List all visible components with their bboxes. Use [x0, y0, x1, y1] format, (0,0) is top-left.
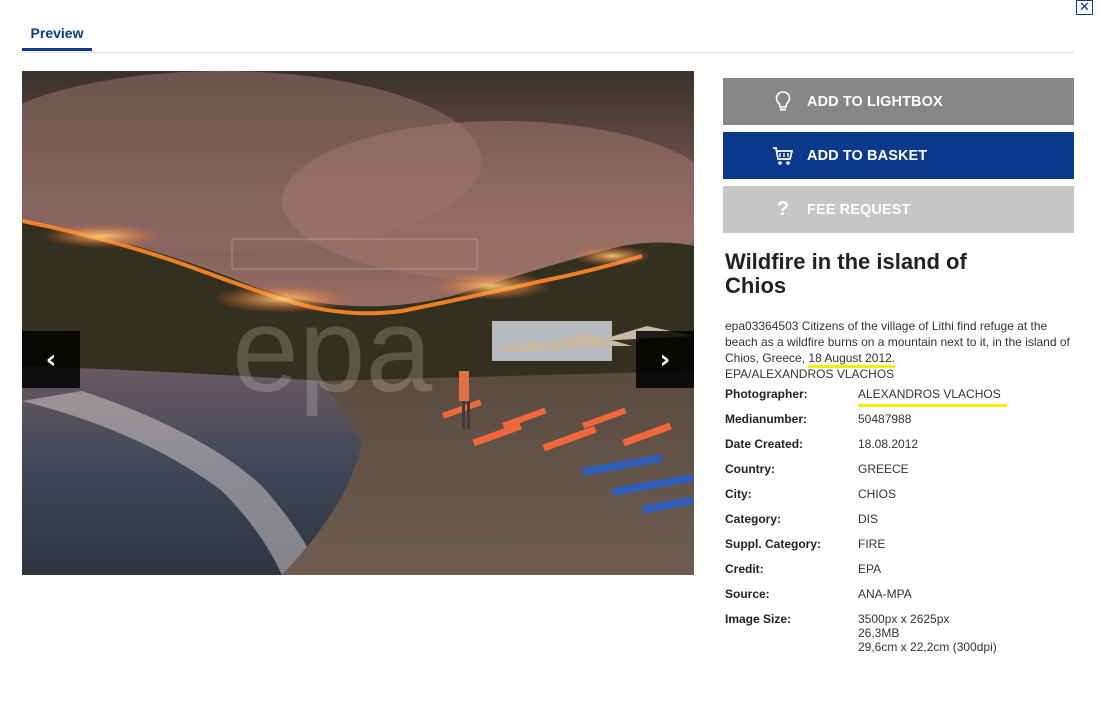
- caption-text: epa03364503 Citizens of the village of L…: [725, 319, 1070, 365]
- image-size-filesize: 26,3MB: [858, 626, 900, 640]
- close-button[interactable]: ✕: [1076, 0, 1093, 15]
- meta-value-date-created: 18.08.2012: [858, 437, 919, 451]
- wildfire-photo: epa: [22, 71, 694, 575]
- preview-image: epa ‹ ›: [22, 71, 694, 575]
- meta-value-country: GREECE: [858, 462, 909, 476]
- add-to-lightbox-label: ADD TO LIGHTBOX: [807, 93, 943, 110]
- meta-value-suppl-category: FIRE: [858, 537, 886, 551]
- chevron-left-icon: ‹: [45, 344, 57, 375]
- metadata-table: Photographer: ALEXANDROS VLACHOS Medianu…: [725, 387, 1074, 654]
- meta-row-date-created: Date Created: 18.08.2012: [725, 437, 1074, 451]
- meta-row-photographer: Photographer: ALEXANDROS VLACHOS: [725, 387, 1074, 407]
- add-to-lightbox-button[interactable]: ADD TO LIGHTBOX: [723, 78, 1074, 125]
- meta-label: Credit:: [725, 562, 764, 576]
- meta-value-city: CHIOS: [858, 487, 897, 501]
- meta-label: Date Created:: [725, 437, 804, 451]
- fee-request-button[interactable]: ? FEE REQUEST: [723, 186, 1074, 233]
- prev-image-button[interactable]: ‹: [22, 331, 80, 388]
- question-icon: ?: [776, 198, 790, 220]
- image-title: Wildfire in the island of Chios: [725, 249, 967, 298]
- lightbulb-icon: [763, 90, 803, 113]
- watermark-text: epa: [232, 283, 432, 417]
- meta-value-credit: EPA: [858, 562, 882, 576]
- image-caption: epa03364503 Citizens of the village of L…: [725, 318, 1073, 382]
- meta-row-city: City: CHIOS: [725, 487, 1074, 501]
- detail-panel: ADD TO LIGHTBOX ADD TO BASKET ? FEE REQU…: [723, 78, 1074, 665]
- meta-value-medianumber: 50487988: [858, 412, 912, 426]
- add-to-basket-label: ADD TO BASKET: [807, 147, 928, 164]
- meta-row-source: Source: ANA-MPA: [725, 587, 1074, 601]
- meta-label: Medianumber:: [725, 412, 808, 426]
- fee-request-label: FEE REQUEST: [807, 201, 911, 218]
- meta-row-category: Category: DIS: [725, 512, 1074, 526]
- close-icon: ✕: [1079, 0, 1090, 15]
- meta-label: Country:: [725, 462, 775, 476]
- caption-credit: EPA/ALEXANDROS VLACHOS: [725, 367, 895, 381]
- meta-row-image-size: Image Size: 3500px x 2625px 26,3MB 29,6c…: [725, 612, 1074, 654]
- meta-label: Photographer:: [725, 387, 808, 401]
- meta-label: Suppl. Category:: [725, 537, 822, 551]
- tab-preview[interactable]: Preview: [22, 22, 92, 51]
- meta-label: Category:: [725, 512, 782, 526]
- meta-row-suppl-category: Suppl. Category: FIRE: [725, 537, 1074, 551]
- meta-label: Image Size:: [725, 612, 792, 626]
- meta-label: City:: [725, 487, 752, 501]
- image-size-pixels: 3500px x 2625px: [858, 612, 950, 626]
- meta-row-medianumber: Medianumber: 50487988: [725, 412, 1074, 426]
- cart-icon: [763, 146, 803, 166]
- meta-value-photographer: ALEXANDROS VLACHOS: [858, 387, 1007, 407]
- image-size-print: 29,6cm x 22,2cm (300dpi): [858, 640, 997, 654]
- meta-label: Source:: [725, 587, 770, 601]
- caption-date: 18 August 2012.: [808, 351, 896, 368]
- add-to-basket-button[interactable]: ADD TO BASKET: [723, 132, 1074, 179]
- meta-value-source: ANA-MPA: [858, 587, 912, 601]
- meta-value-image-size: 3500px x 2625px 26,3MB 29,6cm x 22,2cm (…: [858, 612, 997, 654]
- tab-bar: Preview: [22, 22, 1074, 53]
- chevron-right-icon: ›: [659, 344, 671, 375]
- meta-row-country: Country: GREECE: [725, 462, 1074, 476]
- meta-value-category: DIS: [858, 512, 879, 526]
- next-image-button[interactable]: ›: [636, 331, 694, 388]
- meta-row-credit: Credit: EPA: [725, 562, 1074, 576]
